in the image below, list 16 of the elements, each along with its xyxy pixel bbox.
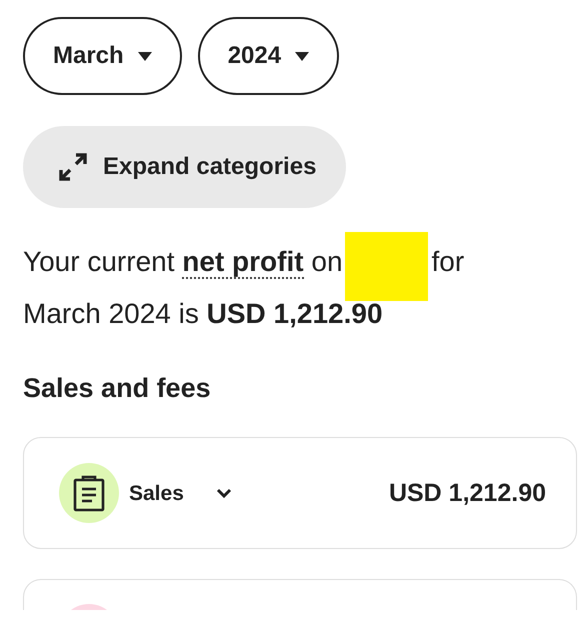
section-title: Sales and fees <box>23 372 212 404</box>
caret-icon <box>138 52 152 60</box>
summary-text: Your current net profit on <box>23 245 343 281</box>
expand-icon <box>57 151 89 183</box>
summary-text: for <box>432 245 464 279</box>
category-label: Sales <box>129 480 184 507</box>
dropdown-button[interactable]: March <box>23 17 182 95</box>
caret-icon <box>295 52 310 60</box>
category-card[interactable]: Sales USD 1,212.90 <box>23 437 577 550</box>
category-amount: USD 1,212.90 <box>388 478 546 509</box>
summary-text: March 2024 is USD 1,212.90 <box>23 297 384 331</box>
expand-categories-button[interactable]: Expand categories <box>23 126 346 208</box>
chevron-down-icon <box>216 488 232 499</box>
clipboard-icon <box>73 474 105 512</box>
category-card[interactable] <box>23 579 577 610</box>
dropdown-button[interactable]: 2024 <box>198 17 340 95</box>
